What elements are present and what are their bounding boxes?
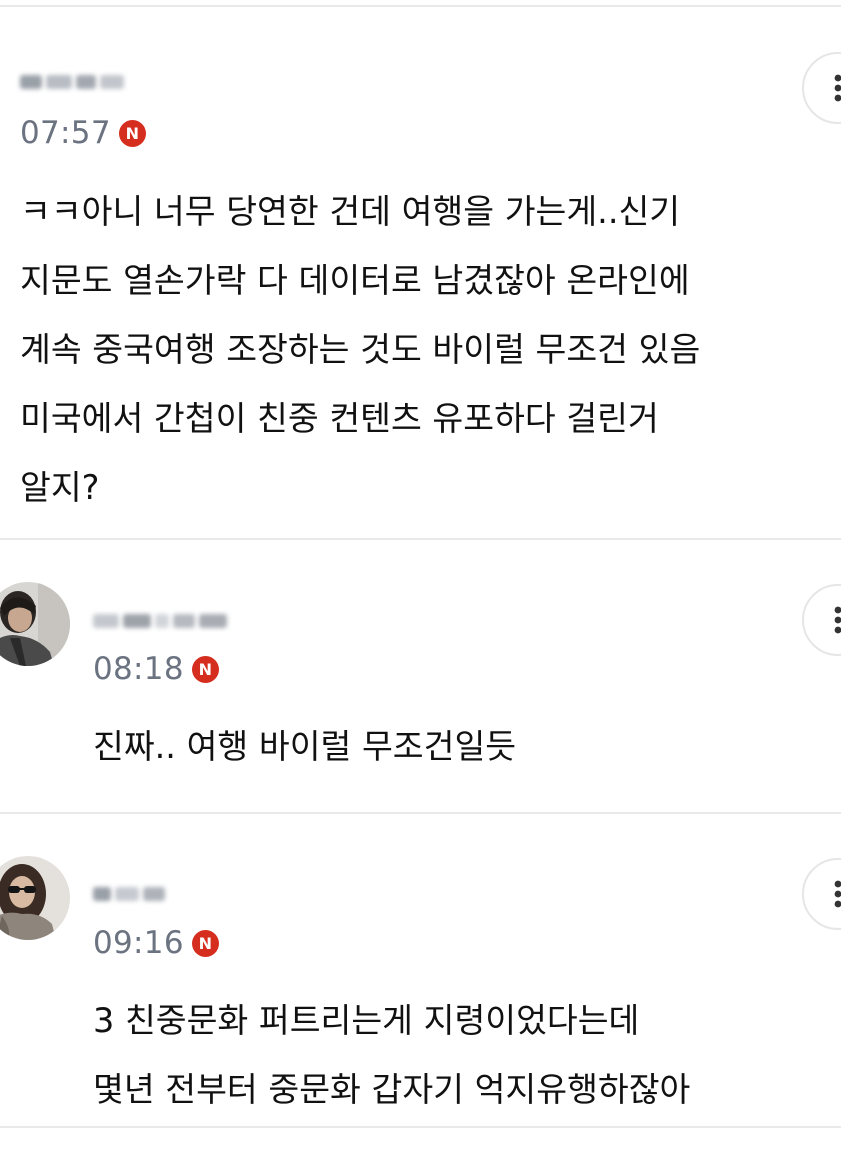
- more-options-button[interactable]: [802, 858, 841, 930]
- comment-body-line: ㅋㅋ아니 너무 당연한 건데 여행을 가는게..신기: [20, 192, 681, 231]
- blurred-name-segment: [173, 614, 195, 628]
- n-badge-icon: N: [191, 930, 219, 957]
- blurred-name-segment: [100, 75, 124, 89]
- blurred-name-segment: [123, 614, 151, 628]
- blurred-name-segment: [155, 614, 169, 628]
- more-vertical-icon: [834, 606, 841, 634]
- avatar[interactable]: [0, 582, 70, 666]
- comment-item: 09:16 N 3 친중문화 퍼트리는게 지령이었다는데 몇년 전부터 중문화 …: [0, 814, 841, 1126]
- more-options-button[interactable]: [802, 584, 841, 656]
- more-options-button[interactable]: [802, 52, 841, 124]
- comment-item: 07:57 N ㅋㅋ아니 너무 당연한 건데 여행을 가는게..신기 지문도 열…: [0, 0, 841, 540]
- comment-body-line: 지문도 열손가락 다 데이터로 남겼잖아 온라인에: [20, 261, 690, 300]
- comment-author-name[interactable]: [93, 603, 227, 639]
- comment-author-name[interactable]: [93, 876, 165, 912]
- blurred-name-segment: [143, 887, 165, 901]
- blurred-name-segment: [93, 614, 119, 628]
- comment-meta: 08:18 N: [93, 654, 219, 685]
- comment-author-name-text: [93, 876, 94, 877]
- blurred-name-segment: [115, 887, 139, 901]
- comment-body-line: 진짜.. 여행 바이럴 무조건일듯: [93, 727, 517, 766]
- comment-author-name[interactable]: [20, 64, 124, 100]
- comment-body-line: 3 친중문화 퍼트리는게 지령이었다는데: [93, 1001, 640, 1040]
- comment-body-line: 미국에서 간첩이 친중 컨텐츠 유포하다 걸린거: [20, 399, 659, 438]
- comment-body-line: 알지?: [20, 468, 100, 507]
- blurred-name-segment: [199, 614, 227, 628]
- avatar-image: [0, 856, 70, 940]
- comment-author-name-text: [93, 603, 94, 604]
- blurred-name-segment: [76, 75, 96, 89]
- avatar[interactable]: [0, 856, 70, 940]
- more-vertical-icon: [834, 74, 841, 102]
- avatar-image: [0, 582, 70, 666]
- comment-list-page: 07:57 N ㅋㅋ아니 너무 당연한 건데 여행을 가는게..신기 지문도 열…: [0, 0, 841, 1154]
- blurred-name-segment: [46, 75, 72, 89]
- comment-body: 진짜.. 여행 바이럴 무조건일듯: [93, 712, 516, 781]
- comment-author-name-text: [20, 64, 21, 65]
- comment-body: 3 친중문화 퍼트리는게 지령이었다는데 몇년 전부터 중문화 갑자기 억지유행…: [93, 986, 690, 1124]
- blurred-name-segment: [20, 75, 42, 89]
- comment-meta: 07:57 N: [20, 118, 146, 149]
- comment-body-line: 계속 중국여행 조장하는 것도 바이럴 무조건 있음: [20, 330, 701, 369]
- comment-body: ㅋㅋ아니 너무 당연한 건데 여행을 가는게..신기 지문도 열손가락 다 데이…: [20, 177, 700, 522]
- comment-meta: 09:16 N: [93, 928, 219, 959]
- blurred-name-segment: [93, 887, 111, 901]
- comment-divider: [0, 1126, 841, 1128]
- more-vertical-icon: [834, 880, 841, 908]
- comment-item: 08:18 N 진짜.. 여행 바이럴 무조건일듯: [0, 540, 841, 812]
- comment-body-line: 몇년 전부터 중문화 갑자기 억지유행하잖아: [93, 1070, 691, 1109]
- n-badge-icon: N: [191, 656, 219, 683]
- n-badge-icon: N: [118, 120, 146, 147]
- comment-timestamp: 09:16: [93, 925, 184, 961]
- comment-timestamp: 08:18: [93, 651, 184, 687]
- comment-timestamp: 07:57: [20, 115, 111, 151]
